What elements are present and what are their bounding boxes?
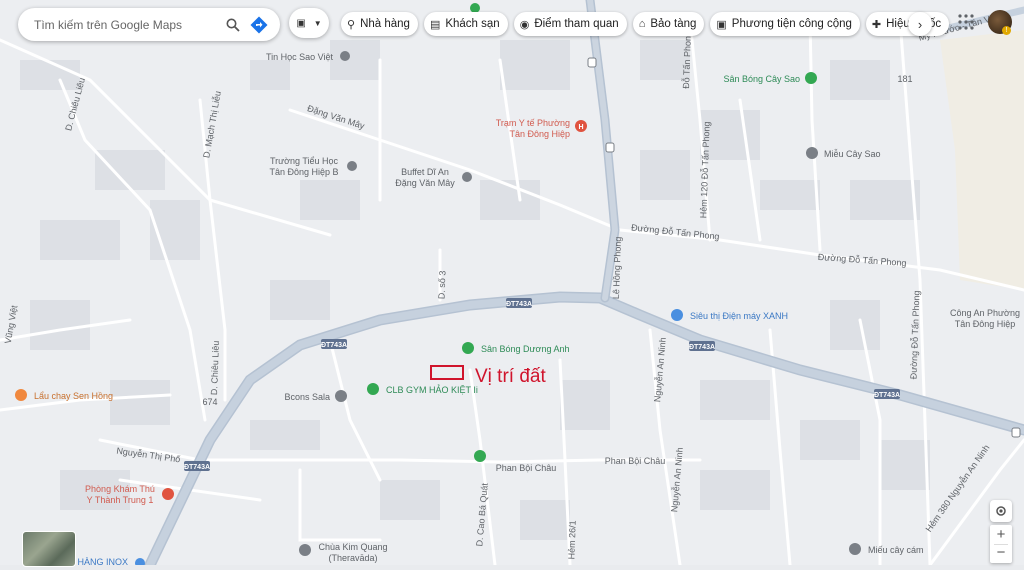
bus-icon: ▣ — [296, 17, 306, 29]
chip-restaurants[interactable]: ⚲ Nhà hàng — [341, 12, 418, 36]
street-label: Hẻm 26/1 — [566, 520, 577, 559]
chevron-down-icon: ▼ — [313, 18, 322, 28]
svg-text:HÀNG INOX: HÀNG INOX — [77, 557, 128, 565]
search-box[interactable]: Tìm kiếm trên Google Maps — [18, 8, 280, 41]
svg-text:Sân Bóng Cây Sao: Sân Bóng Cây Sao — [723, 74, 800, 84]
crosshair-icon — [996, 506, 1006, 516]
bus-stop-icon[interactable] — [605, 142, 615, 153]
svg-text:Đặng Văn Mây: Đặng Văn Mây — [395, 178, 455, 188]
bus-stop-icon[interactable] — [587, 57, 597, 68]
bus-icon: ▣ — [716, 18, 727, 31]
road-shield: ĐT743A — [184, 461, 210, 471]
svg-text:Tân Đông Hiệp B: Tân Đông Hiệp B — [269, 167, 338, 177]
svg-text:ĐT743A: ĐT743A — [184, 464, 210, 471]
svg-text:Miễu Cây Sao: Miễu Cây Sao — [824, 149, 881, 159]
street-label: 181 — [897, 74, 912, 84]
svg-text:CLB GYM HẢO KIỆT Ii: CLB GYM HẢO KIỆT Ii — [386, 384, 478, 395]
svg-text:Công An Phường: Công An Phường — [950, 308, 1020, 318]
poi-cong-an-phuong[interactable]: Công An Phường Tân Đông Hiệp — [950, 308, 1020, 329]
road-shield: ĐT743A — [321, 339, 347, 349]
svg-text:Tân Đông Hiệp: Tân Đông Hiệp — [509, 129, 570, 139]
zoom-in-button[interactable]: + — [997, 526, 1006, 544]
zoom-out-button[interactable]: − — [997, 544, 1006, 563]
zoom-control: + − — [990, 525, 1012, 563]
road-shield: ĐT743A — [506, 298, 532, 308]
street-label: 674 — [202, 397, 217, 407]
svg-text:Bcons Sala: Bcons Sala — [284, 392, 330, 402]
svg-text:H: H — [578, 124, 583, 131]
chip-museums[interactable]: ⌂ Bảo tàng — [632, 12, 705, 36]
chip-label: Nhà hàng — [360, 18, 410, 30]
transit-layer-button[interactable]: ▣ ▼ — [289, 8, 329, 38]
svg-text:Lẩu chay Sen Hồng: Lẩu chay Sen Hồng — [34, 391, 113, 401]
street-label: Phan Bội Châu — [496, 463, 557, 473]
svg-text:Buffet Dĩ An: Buffet Dĩ An — [401, 167, 449, 177]
street-label: Phan Bội Châu — [605, 456, 666, 466]
chip-label: Khách sạn — [445, 18, 500, 30]
satellite-layer-thumbnail[interactable] — [22, 531, 76, 567]
search-icon[interactable] — [220, 12, 246, 38]
street-label: D. Chiêu Liêu — [209, 340, 221, 395]
svg-text:ĐT743A: ĐT743A — [321, 342, 347, 349]
my-location-button[interactable] — [990, 500, 1012, 522]
svg-text:ĐT743A: ĐT743A — [689, 344, 715, 351]
svg-text:Phòng Khám Thú: Phòng Khám Thú — [85, 484, 155, 494]
svg-text:Miếu cây cám: Miếu cây cám — [868, 545, 924, 555]
bus-stop-icon[interactable] — [1011, 427, 1021, 438]
fork-knife-icon: ⚲ — [347, 18, 356, 31]
svg-text:Siêu thị Điện máy XANH: Siêu thị Điện máy XANH — [690, 311, 788, 321]
chip-transit[interactable]: ▣ Phương tiện công cộng — [710, 12, 860, 36]
svg-text:Tân Đông Hiệp: Tân Đông Hiệp — [955, 319, 1016, 329]
road-shield: ĐT743A — [689, 341, 715, 351]
svg-text:(Theravāda): (Theravāda) — [328, 553, 377, 563]
poi-pin-green[interactable] — [474, 450, 486, 462]
svg-text:Trường Tiểu Học: Trường Tiểu Học — [270, 156, 339, 166]
svg-text:Chùa Kim Quang: Chùa Kim Quang — [318, 542, 387, 552]
camera-icon: ◉ — [519, 18, 530, 31]
svg-text:ĐT743A: ĐT743A — [874, 392, 900, 399]
search-input[interactable]: Tìm kiếm trên Google Maps — [34, 18, 220, 32]
category-chips: ⚲ Nhà hàng ▤ Khách sạn ◉ Điểm tham quan ⌂ Bả… — [341, 12, 950, 36]
marker-label: Vị trí đất — [475, 366, 546, 387]
chip-label: Phương tiện công cộng — [731, 18, 852, 30]
chip-attractions[interactable]: ◉ Điểm tham quan — [513, 12, 627, 36]
chip-label: Bảo tàng — [650, 18, 697, 30]
poi-bcons-sala[interactable]: Bcons Sala — [284, 390, 347, 402]
chip-label: Điểm tham quan — [534, 18, 619, 30]
street-label: Đỗ Tấn Phong — [681, 31, 693, 89]
svg-text:ĐT743A: ĐT743A — [506, 301, 532, 308]
museum-icon: ⌂ — [638, 18, 646, 30]
bed-icon: ▤ — [429, 18, 441, 31]
chip-hotels[interactable]: ▤ Khách sạn — [423, 12, 508, 36]
apps-grid-icon[interactable] — [958, 14, 974, 30]
notification-badge: ! — [1002, 26, 1011, 35]
svg-text:Tin Học Sao Việt: Tin Học Sao Việt — [266, 52, 334, 62]
svg-text:Sân Bóng Dương Anh: Sân Bóng Dương Anh — [481, 344, 570, 354]
directions-icon[interactable] — [246, 12, 272, 38]
chevron-right-icon[interactable]: › — [908, 12, 932, 36]
map-canvas[interactable]: Đặng Văn Mây Đường Đỗ Tấn Phong Đường Đỗ… — [0, 0, 1024, 570]
pharmacy-icon: ✚ — [871, 18, 882, 31]
svg-text:Trạm Y tế Phường: Trạm Y tế Phường — [496, 118, 570, 128]
road-shield: ĐT743A — [874, 389, 900, 399]
svg-text:Y Thành Trung 1: Y Thành Trung 1 — [87, 495, 154, 505]
street-label: D. số 3 — [437, 270, 448, 299]
